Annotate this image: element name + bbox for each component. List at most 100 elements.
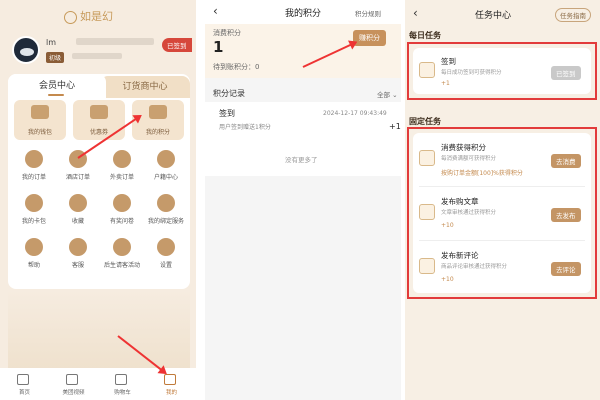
grid-label: 收藏 <box>71 218 84 225</box>
points-label: 消费积分 <box>213 29 241 37</box>
task-points: +10 <box>441 222 454 229</box>
coupon-item[interactable]: 优惠券 <box>73 100 125 140</box>
wallet-item[interactable]: 我的钱包 <box>14 100 66 140</box>
logo-text: 如是幻 <box>80 10 113 23</box>
tab-member-center-label: 会员中心 <box>38 81 75 91</box>
record-name: 签到 <box>219 109 235 118</box>
grid-label: 有奖问卷 <box>109 218 134 225</box>
chevron-down-icon: ⌄ <box>392 91 398 99</box>
grid-label: 后生请客活动 <box>103 262 140 269</box>
task-desc: 商品评论审核通过获得积分 <box>441 264 508 270</box>
grid-item-bound-service[interactable]: 我的绑定服务 <box>146 194 186 230</box>
grid-item-settings[interactable]: 设置 <box>146 238 186 274</box>
asset-row: 我的钱包 优惠券 我的积分 <box>14 100 184 142</box>
record-desc: 用户签到赠送1积分 <box>219 124 271 131</box>
grid-item-favorites[interactable]: 收藏 <box>58 194 98 230</box>
user-icon <box>164 374 176 385</box>
task-desc: 每日成功签到可获得积分 <box>441 70 502 76</box>
divider <box>419 186 585 187</box>
filter-label: 全部 <box>377 91 390 99</box>
go-publish-button[interactable]: 去发布 <box>551 208 581 222</box>
go-consume-button[interactable]: 去消费 <box>551 154 581 168</box>
nav-label: 我的 <box>165 390 177 396</box>
help-icon <box>25 238 43 256</box>
grid-item-support[interactable]: 客服 <box>58 238 98 274</box>
grid-item-cards[interactable]: 我的卡包 <box>14 194 54 230</box>
video-icon <box>66 374 78 385</box>
coupon-icon <box>90 105 108 119</box>
card-icon <box>25 194 43 212</box>
daily-task-title: 每日任务 <box>409 31 441 40</box>
home-icon <box>17 374 29 385</box>
grid-item-survey[interactable]: 有奖问卷 <box>102 194 142 230</box>
back-icon[interactable]: ‹ <box>413 6 418 20</box>
go-comment-button[interactable]: 去评论 <box>551 262 581 276</box>
survey-icon <box>113 194 131 212</box>
task-points: +1 <box>441 80 450 87</box>
coin-icon <box>419 150 435 166</box>
record-filter[interactable]: 全部 ⌄ <box>377 89 398 99</box>
nav-cart[interactable]: 购物车 <box>98 368 147 400</box>
grid-item-takeout[interactable]: 外卖订单 <box>102 150 142 186</box>
active-tab-underline <box>48 94 64 96</box>
user-name: lm <box>46 38 57 47</box>
household-icon <box>157 150 175 168</box>
record-date: 2024-12-17 09:43:49 <box>323 110 387 117</box>
task-name: 发布购文章 <box>441 197 479 206</box>
article-icon <box>419 204 435 220</box>
divider <box>419 240 585 241</box>
app-logo: 如是幻 <box>64 8 113 24</box>
service-icon <box>157 194 175 212</box>
logo-icon <box>64 10 77 24</box>
signed-in-button[interactable]: 已签到 <box>162 38 192 52</box>
grid-label: 酒店订单 <box>65 174 90 181</box>
grid-label: 我的订单 <box>21 174 46 181</box>
user-info-blurred <box>76 38 154 45</box>
calendar-check-icon <box>419 62 435 78</box>
page-title: 我的积分 <box>285 9 322 19</box>
grid-label: 帮助 <box>27 262 40 269</box>
support-icon <box>69 238 87 256</box>
grid-label: 我的绑定服务 <box>147 218 184 225</box>
grid-label: 客服 <box>71 262 84 269</box>
points-rule-link[interactable]: 积分规则 <box>355 8 381 18</box>
task-name: 签到 <box>441 57 456 66</box>
record-title: 积分记录 <box>213 89 245 98</box>
signed-in-button[interactable]: 已签到 <box>551 66 581 80</box>
task-desc: 每消费满额可获得积分 <box>441 156 497 162</box>
task-guide-button[interactable]: 任务指南 <box>555 8 591 22</box>
nav-home[interactable]: 首页 <box>0 368 49 400</box>
task-name: 消费获得积分 <box>441 143 486 152</box>
grid-item-treat[interactable]: 后生请客活动 <box>102 238 142 274</box>
fixed-task-title: 固定任务 <box>409 117 441 126</box>
avatar[interactable] <box>12 36 40 64</box>
task-points: 按购订单金额[100]%获得积分 <box>441 170 523 177</box>
nav-label: 首页 <box>18 390 30 396</box>
tab-dealer-center[interactable]: 订货商中心 <box>100 76 190 98</box>
nav-mine[interactable]: 我的 <box>147 368 196 400</box>
task-points: +10 <box>441 276 454 283</box>
comment-icon <box>419 258 435 274</box>
no-more-text: 没有更多了 <box>285 156 318 164</box>
record-value: +1 <box>389 122 401 131</box>
favorite-icon <box>69 194 87 212</box>
task-name: 发布新评论 <box>441 251 479 260</box>
member-center-screen: 如是幻 lm 初级 已签到 订货商中心 会员中心 我的钱包 优惠券 我的积分 我… <box>0 0 196 400</box>
grid-item-orders[interactable]: 我的订单 <box>14 150 54 186</box>
pending-points: 待到账积分：0 <box>213 63 260 71</box>
tab-member-center[interactable]: 会员中心 <box>8 74 106 98</box>
wallet-icon <box>31 105 49 119</box>
nav-video[interactable]: 美团视频 <box>49 368 98 400</box>
my-points-label: 我的积分 <box>145 129 170 136</box>
points-icon <box>149 105 167 119</box>
user-id-blurred <box>72 53 122 59</box>
back-icon[interactable]: ‹ <box>213 4 218 18</box>
grid-item-help[interactable]: 帮助 <box>14 238 54 274</box>
points-value: 1 <box>213 38 224 56</box>
grid-item-household[interactable]: 户籍中心 <box>146 150 186 186</box>
task-center-screen: ‹ 任务中心 任务指南 每日任务 签到 每日成功签到可获得积分 +1 已签到 固… <box>405 0 600 400</box>
grid-label: 我的卡包 <box>21 218 46 225</box>
decorative-background <box>8 290 190 370</box>
grid-label: 户籍中心 <box>153 174 178 181</box>
level-badge: 初级 <box>46 52 65 63</box>
